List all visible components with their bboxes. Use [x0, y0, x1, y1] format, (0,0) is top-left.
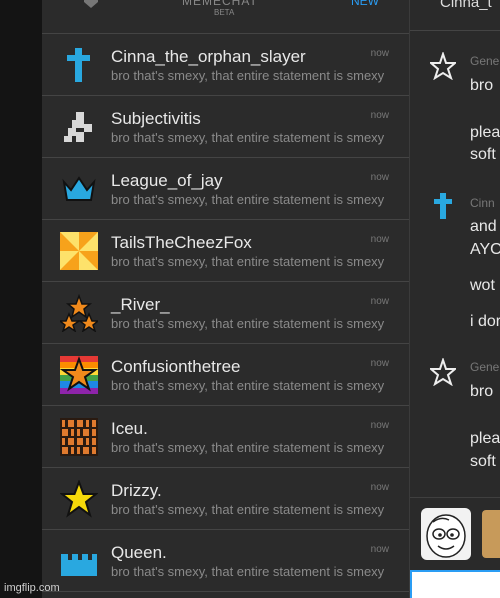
chat-row[interactable]: Subjectivitis bro that's smexy, that ent…	[42, 96, 409, 158]
chat-row[interactable]: _River_ bro that's smexy, that entire st…	[42, 282, 409, 344]
left-gutter	[0, 0, 42, 598]
chat-name: Iceu.	[111, 419, 148, 438]
orange-burst-icon	[60, 232, 98, 270]
chat-name: TailsTheCheezFox	[111, 233, 252, 252]
chat-preview: bro that's smexy, that entire statement …	[111, 440, 385, 455]
message-text: wot	[470, 277, 495, 294]
chat-name: Subjectivitis	[111, 109, 201, 128]
conversation-title: Cinna_t	[440, 0, 492, 11]
pixel-figure-icon	[64, 112, 92, 142]
message-text: bro	[470, 383, 494, 400]
chat-name: Cinna_the_orphan_slayer	[111, 47, 306, 66]
outline-star-icon	[430, 52, 456, 80]
three-stars-icon	[60, 294, 98, 332]
chat-name: Confusionthetree	[111, 357, 241, 376]
chat-preview: bro that's smexy, that entire statement …	[111, 130, 385, 145]
watermark: imgflip.com	[4, 582, 60, 594]
chat-preview: bro that's smexy, that entire statement …	[111, 378, 385, 393]
message-text: and	[470, 218, 497, 235]
blue-cross-icon	[67, 48, 90, 82]
chat-preview: bro that's smexy, that entire statement …	[111, 564, 385, 579]
header-divider	[410, 30, 500, 31]
chat-name: Drizzy.	[111, 481, 162, 500]
face-sticker-icon[interactable]	[421, 508, 471, 560]
chat-time: now	[370, 48, 389, 59]
chat-preview: bro that's smexy, that entire statement …	[111, 316, 385, 331]
rainbow-star-icon	[60, 356, 98, 394]
chat-row[interactable]: League_of_jay bro that's smexy, that ent…	[42, 158, 409, 220]
chat-preview: bro that's smexy, that entire statement …	[111, 254, 385, 269]
message-text: AYO	[470, 241, 500, 258]
message-text: plea	[470, 124, 500, 141]
chat-time: now	[370, 110, 389, 121]
chat-row[interactable]: Drizzy. bro that's smexy, that entire st…	[42, 468, 409, 530]
chat-time: now	[370, 420, 389, 431]
chat-row[interactable]: Queen. bro that's smexy, that entire sta…	[42, 530, 409, 592]
message-text: bro	[470, 77, 494, 94]
app-title: MEMECHAT	[182, 0, 258, 8]
message-text: soft	[470, 453, 496, 470]
chat-row[interactable]: Iceu. bro that's smexy, that entire stat…	[42, 406, 409, 468]
chat-row[interactable]: Cinna_the_orphan_slayer bro that's smexy…	[42, 34, 409, 96]
message-text: plea	[470, 430, 500, 447]
chat-preview: bro that's smexy, that entire statement …	[111, 502, 385, 517]
beta-label: BETA	[214, 8, 235, 17]
new-chat-button[interactable]: NEW	[351, 0, 379, 8]
message-input[interactable]	[410, 570, 500, 598]
blue-cross-icon	[434, 193, 452, 219]
chat-time: now	[370, 296, 389, 307]
chat-time: now	[370, 544, 389, 555]
yellow-star-icon	[60, 480, 98, 518]
message-sender: Gene	[470, 54, 500, 68]
outline-star-icon	[430, 358, 456, 386]
chat-time: now	[370, 234, 389, 245]
chat-name: League_of_jay	[111, 171, 223, 190]
chat-time: now	[370, 172, 389, 183]
chat-preview: bro that's smexy, that entire statement …	[111, 68, 385, 83]
chat-row[interactable]: Confusionthetree bro that's smexy, that …	[42, 344, 409, 406]
photo-sticker-icon[interactable]	[482, 510, 500, 558]
message-sender: Gene	[470, 360, 500, 374]
conversation-panel: Cinna_t Gene bro plea soft Cinn and AYO …	[410, 0, 500, 598]
binary-tile-icon	[60, 418, 98, 456]
blue-castle-icon	[61, 554, 97, 576]
chat-name: Queen.	[111, 543, 167, 562]
message-sender: Cinn	[470, 196, 495, 210]
chat-list-panel: MEMECHAT BETA NEW Cinna_the_orphan_slaye…	[42, 0, 410, 598]
chat-name: _River_	[111, 295, 170, 314]
message-text: soft	[470, 146, 496, 163]
game-icon	[84, 0, 98, 8]
message-text: i dor	[470, 313, 500, 330]
chat-row[interactable]: TailsTheCheezFox bro that's smexy, that …	[42, 220, 409, 282]
chat-list-header: MEMECHAT BETA NEW	[42, 0, 409, 34]
blue-crown-icon	[62, 176, 96, 201]
chat-time: now	[370, 358, 389, 369]
chat-time: now	[370, 482, 389, 493]
sticker-tray	[410, 497, 500, 569]
chat-preview: bro that's smexy, that entire statement …	[111, 192, 385, 207]
